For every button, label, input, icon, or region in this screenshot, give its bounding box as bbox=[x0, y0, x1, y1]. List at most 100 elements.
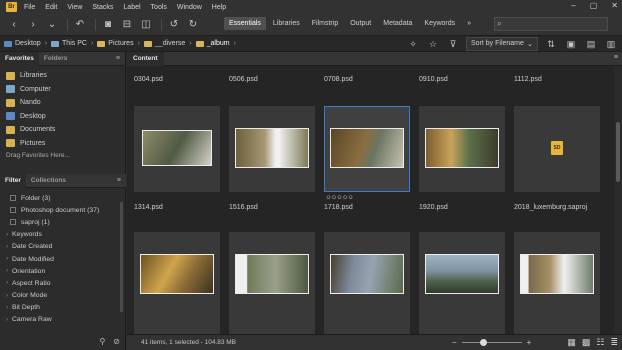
workspace-keywords[interactable]: Keywords bbox=[419, 17, 460, 30]
menu-edit[interactable]: Edit bbox=[45, 4, 57, 11]
sort-dropdown[interactable]: Sort by Filename ⌄ bbox=[466, 37, 538, 51]
tab-favorites[interactable]: Favorites bbox=[0, 51, 39, 66]
search-input[interactable] bbox=[501, 20, 602, 28]
panel-menu-icon[interactable]: ≡ bbox=[117, 177, 121, 184]
workspace-menu-icon[interactable]: » bbox=[462, 17, 476, 30]
chevron-right-icon: › bbox=[6, 316, 8, 323]
tab-filter[interactable]: Filter bbox=[0, 173, 26, 188]
thumbnail-bottom-1[interactable] bbox=[134, 232, 220, 334]
menu-label[interactable]: Label bbox=[123, 4, 140, 11]
thumbnail-1516[interactable] bbox=[229, 106, 315, 192]
breadcrumb-pictures[interactable]: Pictures › bbox=[97, 40, 140, 47]
workspace-metadata[interactable]: Metadata bbox=[378, 17, 417, 30]
close-icon[interactable]: ✕ bbox=[611, 1, 618, 10]
menu-tools[interactable]: Tools bbox=[151, 4, 167, 11]
thumbnail-bottom-5[interactable] bbox=[514, 232, 600, 334]
menu-file[interactable]: File bbox=[24, 4, 35, 11]
new-folder-icon[interactable]: ▤ bbox=[584, 39, 598, 50]
zoom-knob[interactable] bbox=[479, 339, 487, 346]
sort-order-icon[interactable]: ⇅ bbox=[544, 39, 558, 50]
filter-group-date-modified[interactable]: › Date Modified bbox=[0, 253, 126, 265]
panel-menu-icon[interactable]: ≡ bbox=[116, 55, 120, 62]
checkbox[interactable] bbox=[10, 219, 16, 226]
back-icon[interactable]: ‹ bbox=[6, 17, 22, 33]
favorite-pictures[interactable]: Pictures bbox=[0, 137, 125, 151]
breadcrumb-album[interactable]: _album › bbox=[195, 40, 236, 47]
zoom-track[interactable] bbox=[461, 339, 522, 346]
filter-group-orientation[interactable]: › Orientation bbox=[0, 265, 126, 277]
filter-group-keywords[interactable]: › Keywords bbox=[0, 229, 126, 241]
refine-icon[interactable]: ⊟ bbox=[119, 17, 135, 33]
filter-label: saproj (1) bbox=[21, 218, 50, 226]
camera-icon[interactable]: ◙ bbox=[100, 17, 116, 33]
search-box[interactable]: ⌕ bbox=[494, 17, 608, 31]
star-filter-icon[interactable]: ☆ bbox=[426, 39, 440, 50]
breadcrumb-diverse[interactable]: __diverse › bbox=[143, 40, 192, 47]
thumbnail-bottom-2[interactable] bbox=[229, 232, 315, 334]
recent-folders-icon[interactable]: ⌄ bbox=[44, 17, 60, 33]
filter-saproj[interactable]: saproj (1) bbox=[0, 216, 126, 228]
filter-group-color-mode[interactable]: › Color Mode bbox=[0, 290, 126, 302]
panel-menu-icon[interactable]: ≡ bbox=[614, 54, 618, 61]
scrollbar-thumb[interactable] bbox=[616, 122, 620, 182]
tab-folders[interactable]: Folders bbox=[39, 52, 72, 66]
menu-view[interactable]: View bbox=[67, 4, 82, 11]
open-in-camera-raw-icon[interactable]: ◫ bbox=[138, 17, 154, 33]
thumbnail-saproj[interactable]: SD bbox=[514, 106, 600, 192]
thumbnail-1920[interactable] bbox=[419, 106, 505, 192]
menu-window[interactable]: Window bbox=[177, 4, 202, 11]
list-view-icon[interactable]: ≣ bbox=[610, 337, 618, 348]
workspace-libraries[interactable]: Libraries bbox=[268, 17, 305, 30]
thumbnail-1718-selected[interactable] bbox=[324, 106, 410, 192]
favorite-computer[interactable]: Computer bbox=[0, 83, 125, 97]
favorite-desktop[interactable]: Desktop bbox=[0, 110, 125, 124]
filter-scrollbar[interactable] bbox=[120, 202, 123, 312]
tab-content[interactable]: Content bbox=[127, 51, 164, 66]
filter-photoshop[interactable]: Photoshop document (37) bbox=[0, 204, 126, 216]
minimize-icon[interactable]: – bbox=[571, 1, 575, 10]
rotate-left-icon[interactable]: ↺ bbox=[166, 17, 182, 33]
file-name: 1314.psd bbox=[134, 204, 163, 211]
boomerang-icon[interactable]: ↶ bbox=[72, 17, 88, 33]
filter-group-aspect-ratio[interactable]: › Aspect Ratio bbox=[0, 277, 126, 289]
favorite-libraries[interactable]: Libraries bbox=[0, 69, 125, 83]
lock-thumbnail-grid-icon[interactable]: ▦ bbox=[567, 337, 576, 348]
album-preview-image bbox=[330, 254, 404, 294]
open-recent-icon[interactable]: ▣ bbox=[564, 39, 578, 50]
pin-icon[interactable]: ⚲ bbox=[99, 337, 105, 346]
rating-stars[interactable]: ✩✩✩✩✩ bbox=[326, 194, 354, 201]
filter-group-date-created[interactable]: › Date Created bbox=[0, 241, 126, 253]
clear-filter-icon[interactable]: ⊘ bbox=[113, 337, 120, 346]
filter-icon[interactable]: ⊽ bbox=[446, 39, 460, 50]
filter-folder[interactable]: Folder (3) bbox=[0, 192, 126, 204]
thumbnail-bottom-3[interactable] bbox=[324, 232, 410, 334]
breadcrumb-desktop[interactable]: Desktop › bbox=[4, 40, 47, 47]
filter-group-label: Date Created bbox=[12, 243, 53, 251]
maximize-icon[interactable]: ▢ bbox=[590, 1, 598, 10]
thumbnail-size-slider[interactable]: − + bbox=[452, 338, 531, 347]
zoom-out-icon[interactable]: − bbox=[452, 338, 457, 347]
workspace-essentials[interactable]: Essentials bbox=[224, 17, 266, 30]
forward-icon[interactable]: › bbox=[25, 17, 41, 33]
content-scrollbar[interactable] bbox=[614, 66, 622, 334]
favorite-nando[interactable]: Nando bbox=[0, 96, 125, 110]
trash-icon[interactable]: ▥ bbox=[604, 39, 618, 50]
workspace-filmstrip[interactable]: Filmstrip bbox=[307, 17, 343, 30]
checkbox[interactable] bbox=[10, 195, 16, 202]
breadcrumb-this-pc[interactable]: This PC › bbox=[51, 40, 93, 47]
menu-stacks[interactable]: Stacks bbox=[92, 4, 113, 11]
thumbnail-bottom-4[interactable] bbox=[419, 232, 505, 334]
grid-view-icon[interactable]: ▩ bbox=[582, 337, 591, 348]
filter-group-camera-raw[interactable]: › Camera Raw bbox=[0, 314, 126, 326]
checkbox[interactable] bbox=[10, 207, 16, 214]
favorite-documents[interactable]: Documents bbox=[0, 123, 125, 137]
workspace-output[interactable]: Output bbox=[345, 17, 376, 30]
quality-icon[interactable]: ✧ bbox=[406, 39, 420, 50]
rotate-right-icon[interactable]: ↻ bbox=[185, 17, 201, 33]
menu-help[interactable]: Help bbox=[212, 4, 226, 11]
tab-collections[interactable]: Collections bbox=[26, 174, 71, 188]
thumbnail-1314[interactable] bbox=[134, 106, 220, 192]
filter-group-bit-depth[interactable]: › Bit Depth bbox=[0, 302, 126, 314]
zoom-in-icon[interactable]: + bbox=[527, 338, 532, 347]
details-view-icon[interactable]: ☷ bbox=[596, 337, 604, 348]
